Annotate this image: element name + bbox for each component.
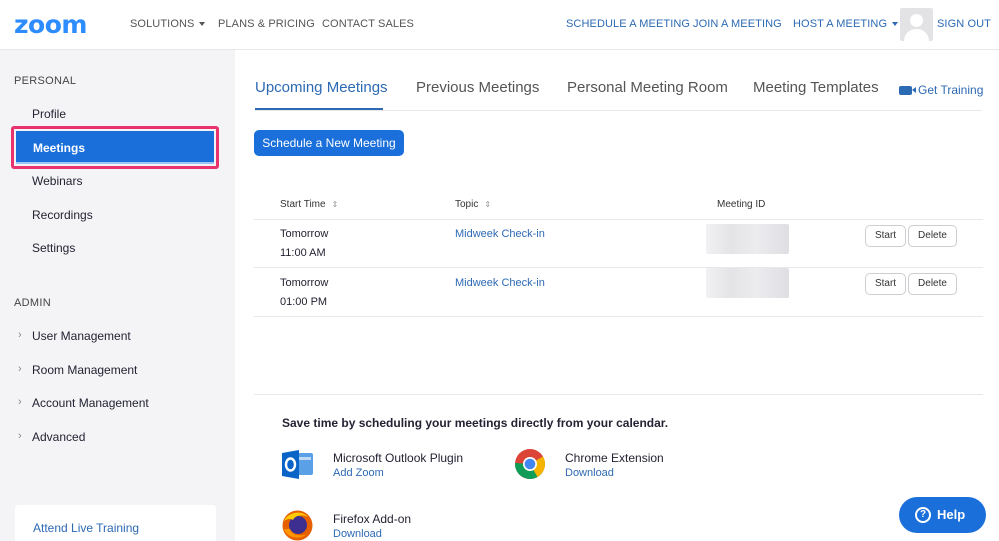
column-header-start-time-label: Start Time — [280, 199, 326, 210]
sidebar-item-settings[interactable]: Settings — [32, 241, 75, 255]
tab-upcoming-meetings[interactable]: Upcoming Meetings — [255, 79, 388, 96]
row-2-day: Tomorrow — [280, 277, 329, 289]
tab-previous-meetings[interactable]: Previous Meetings — [416, 79, 539, 96]
chevron-right-icon: › — [18, 430, 22, 442]
chevron-down-icon — [199, 22, 206, 26]
avatar-body — [904, 29, 929, 41]
column-header-meeting-id: Meeting ID — [717, 199, 766, 210]
column-header-topic-label: Topic — [455, 199, 479, 210]
chevron-down-icon — [892, 22, 899, 26]
video-camera-icon — [899, 86, 916, 95]
sidebar-item-room-management[interactable]: Room Management — [32, 363, 137, 377]
sidebar — [0, 50, 235, 541]
row-1-time: 11:00 AM — [280, 247, 326, 259]
row-1-topic-link[interactable]: Midweek Check-in — [455, 228, 545, 240]
get-training-label: Get Training — [918, 83, 984, 97]
row-1-meeting-id-redacted — [706, 224, 789, 254]
sidebar-item-account-management[interactable]: Account Management — [32, 396, 149, 410]
column-header-topic[interactable]: Topic ⇕ — [455, 199, 491, 210]
sidebar-section-personal: PERSONAL — [14, 75, 77, 87]
chevron-right-icon: › — [18, 329, 22, 341]
outlook-add-zoom-link[interactable]: Add Zoom — [333, 467, 384, 479]
nav-contact-sales[interactable]: CONTACT SALES — [322, 18, 414, 30]
schedule-new-meeting-button[interactable]: Schedule a New Meeting — [254, 130, 404, 156]
table-header-divider — [254, 219, 983, 220]
outlook-icon — [282, 450, 313, 479]
nav-plans-pricing[interactable]: PLANS & PRICING — [218, 18, 315, 30]
sidebar-item-recordings[interactable]: Recordings — [32, 208, 93, 222]
sidebar-item-user-management[interactable]: User Management — [32, 329, 131, 343]
nav-host-meeting[interactable]: HOST A MEETING — [793, 18, 899, 30]
column-header-start-time[interactable]: Start Time ⇕ — [280, 199, 338, 210]
zoom-logo[interactable]: zoom — [14, 10, 87, 39]
help-button[interactable]: ? Help — [899, 497, 986, 533]
row-2-time: 01:00 PM — [280, 296, 328, 308]
firefox-addon-name: Firefox Add-on — [333, 512, 412, 526]
nav-solutions[interactable]: SOLUTIONS — [130, 18, 206, 30]
row-1-delete-button[interactable]: Delete — [908, 225, 957, 247]
calendar-plugins-title: Save time by scheduling your meetings di… — [282, 416, 669, 430]
top-navigation: zoom SOLUTIONS PLANS & PRICING CONTACT S… — [0, 0, 999, 50]
nav-host-label: HOST A MEETING — [793, 18, 888, 30]
tab-meeting-templates[interactable]: Meeting Templates — [753, 79, 879, 96]
get-training-link[interactable]: Get Training — [899, 83, 983, 97]
attend-live-training-link[interactable]: Attend Live Training — [33, 521, 139, 535]
tab-personal-meeting-room[interactable]: Personal Meeting Room — [567, 79, 728, 96]
sidebar-item-meetings[interactable]: Meetings — [16, 131, 214, 164]
row-1-start-button[interactable]: Start — [865, 225, 906, 247]
row-2-meeting-id-redacted — [706, 268, 789, 298]
chrome-extension-name: Chrome Extension — [565, 451, 664, 465]
row-2-start-button[interactable]: Start — [865, 273, 906, 295]
chrome-download-link[interactable]: Download — [565, 467, 614, 479]
firefox-icon — [282, 510, 313, 541]
row-1-day: Tomorrow — [280, 228, 329, 240]
table-row-divider — [254, 267, 983, 268]
help-label: Help — [937, 507, 966, 522]
outlook-plugin-name: Microsoft Outlook Plugin — [333, 451, 464, 465]
nav-solutions-label: SOLUTIONS — [130, 18, 195, 30]
avatar-head — [910, 14, 923, 27]
sidebar-item-meetings-label: Meetings — [33, 141, 86, 155]
chevron-right-icon: › — [18, 363, 22, 375]
tabs-divider — [255, 110, 982, 111]
sidebar-item-profile[interactable]: Profile — [32, 107, 66, 121]
chevron-right-icon: › — [18, 396, 22, 408]
sort-icon: ⇕ — [331, 200, 339, 209]
row-2-topic-link[interactable]: Midweek Check-in — [455, 277, 545, 289]
nav-sign-out[interactable]: SIGN OUT — [937, 18, 991, 30]
avatar[interactable] — [900, 8, 933, 41]
nav-schedule-meeting[interactable]: SCHEDULE A MEETING — [566, 18, 690, 30]
sort-icon: ⇕ — [484, 200, 492, 209]
sidebar-section-admin: ADMIN — [14, 297, 51, 309]
table-row-divider — [254, 316, 983, 317]
firefox-download-link[interactable]: Download — [333, 528, 382, 540]
sidebar-item-meetings-highlight: Meetings — [11, 126, 219, 169]
sidebar-item-advanced[interactable]: Advanced — [32, 430, 85, 444]
section-divider — [254, 394, 983, 395]
row-2-delete-button[interactable]: Delete — [908, 273, 957, 295]
question-icon: ? — [915, 507, 931, 523]
sidebar-bottom-card: Attend Live Training — [15, 505, 216, 541]
chrome-icon — [515, 449, 545, 480]
nav-join-meeting[interactable]: JOIN A MEETING — [693, 18, 782, 30]
sidebar-item-webinars[interactable]: Webinars — [32, 174, 82, 188]
